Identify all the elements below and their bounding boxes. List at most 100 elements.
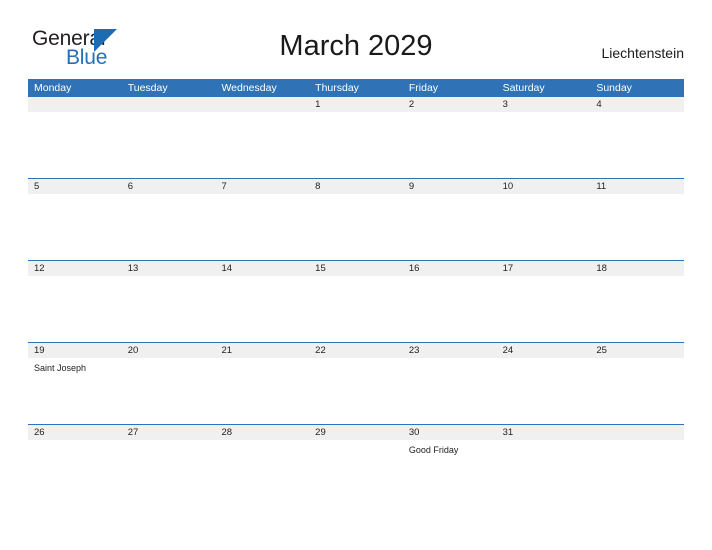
weekday-header-sunday: Sunday [596,82,632,94]
week-date-band: 12 13 14 15 16 17 18 [28,261,684,276]
day-number[interactable]: 6 [122,179,216,194]
day-number[interactable]: 16 [403,261,497,276]
day-number[interactable]: 25 [590,343,684,358]
calendar-week-row: 19 20 21 22 23 24 25 Saint Joseph [28,342,684,424]
day-number-empty [215,97,309,112]
day-number[interactable]: 1 [309,97,403,112]
day-cell[interactable] [403,112,497,178]
day-cell[interactable] [497,112,591,178]
day-cell[interactable] [590,358,684,424]
day-number[interactable]: 5 [28,179,122,194]
week-date-band: 26 27 28 29 30 31 [28,425,684,440]
holiday-label: Good Friday [408,445,459,455]
week-event-band: Saint Joseph [28,358,684,424]
day-number[interactable]: 23 [403,343,497,358]
day-number[interactable]: 11 [590,179,684,194]
day-number[interactable]: 18 [590,261,684,276]
day-cell[interactable] [590,194,684,260]
weekday-header-wednesday: Wednesday [221,82,277,94]
day-number[interactable]: 15 [309,261,403,276]
week-event-band [28,276,684,342]
day-cell[interactable] [497,194,591,260]
calendar-page: General Blue March 2029 Liechtenstein Mo… [0,0,712,550]
calendar-week-row: 26 27 28 29 30 31 Good Friday [28,424,684,506]
day-number[interactable]: 27 [122,425,216,440]
day-cell[interactable] [309,276,403,342]
day-cell [590,440,684,506]
day-cell[interactable] [497,358,591,424]
weekday-header-thursday: Thursday [315,82,359,94]
day-number[interactable]: 12 [28,261,122,276]
day-number[interactable]: 31 [497,425,591,440]
holiday-label: Saint Joseph [34,363,87,373]
day-cell[interactable] [215,194,309,260]
day-cell[interactable] [309,358,403,424]
day-number[interactable]: 24 [497,343,591,358]
day-number[interactable]: 4 [590,97,684,112]
week-date-band: 19 20 21 22 23 24 25 [28,343,684,358]
day-cell[interactable] [28,276,122,342]
day-number[interactable]: 30 [403,425,497,440]
day-cell[interactable]: Good Friday [403,440,497,506]
day-number[interactable]: 14 [215,261,309,276]
calendar-week-row: 1234 [28,97,684,178]
weekday-header-tuesday: Tuesday [127,82,168,94]
calendar-table: Monday Tuesday Wednesday Thursday Friday Satu… [28,79,684,506]
week-event-band [28,194,684,260]
country-label: Liechtenstein [601,45,684,61]
day-cell[interactable] [215,358,309,424]
day-cell [215,112,309,178]
day-cell[interactable] [309,194,403,260]
day-number[interactable]: 28 [215,425,309,440]
day-cell[interactable] [403,276,497,342]
day-cell[interactable] [403,358,497,424]
day-number[interactable]: 3 [497,97,591,112]
week-event-band [28,112,684,178]
day-number[interactable]: 17 [497,261,591,276]
day-number-empty [28,97,122,112]
day-cell [122,112,216,178]
day-number-empty [590,425,684,440]
day-cell [28,112,122,178]
day-number[interactable]: 22 [309,343,403,358]
day-cell[interactable] [215,440,309,506]
day-cell[interactable]: Saint Joseph [28,358,122,424]
day-number[interactable]: 9 [403,179,497,194]
calendar-body: 1 2 3 4 5 6 7 8 9 10 11 12 13 14 15 16 17 18 19 20 21 22 23 24 2… [28,97,684,506]
week-date-band: 5 6 7 8 9 10 11 [28,179,684,194]
calendar-week-row: 5 6 7 8 9 10 11 [28,178,684,260]
day-number[interactable]: 19 [28,343,122,358]
day-cell[interactable] [122,276,216,342]
day-number[interactable]: 8 [309,179,403,194]
day-number[interactable]: 10 [497,179,591,194]
day-cell[interactable] [403,194,497,260]
day-number[interactable]: 7 [215,179,309,194]
day-cell[interactable] [590,112,684,178]
week-event-band: Good Friday [28,440,684,506]
weekday-header-friday: Friday [408,82,439,94]
day-cell[interactable] [122,358,216,424]
page-header: General Blue March 2029 Liechtenstein [0,0,712,69]
day-number-empty [122,97,216,112]
day-number[interactable]: 26 [28,425,122,440]
weekday-header-row: Monday Tuesday Wednesday Thursday Friday Satu… [28,79,684,97]
day-number[interactable]: 13 [122,261,216,276]
day-cell[interactable] [28,194,122,260]
calendar-week-row: 12 13 14 15 16 17 18 [28,260,684,342]
day-cell[interactable] [215,276,309,342]
day-number[interactable]: 21 [215,343,309,358]
day-cell[interactable] [122,440,216,506]
day-cell[interactable] [497,276,591,342]
day-cell[interactable] [590,276,684,342]
day-number[interactable]: 20 [122,343,216,358]
day-cell[interactable] [497,440,591,506]
day-cell[interactable] [309,112,403,178]
day-number[interactable]: 2 [403,97,497,112]
weekday-header-saturday: Saturday [502,82,545,94]
week-date-band: 1234 [28,97,684,112]
weekday-header-monday: Monday [34,82,72,94]
day-cell[interactable] [28,440,122,506]
day-cell[interactable] [309,440,403,506]
day-cell[interactable] [122,194,216,260]
day-number[interactable]: 29 [309,425,403,440]
